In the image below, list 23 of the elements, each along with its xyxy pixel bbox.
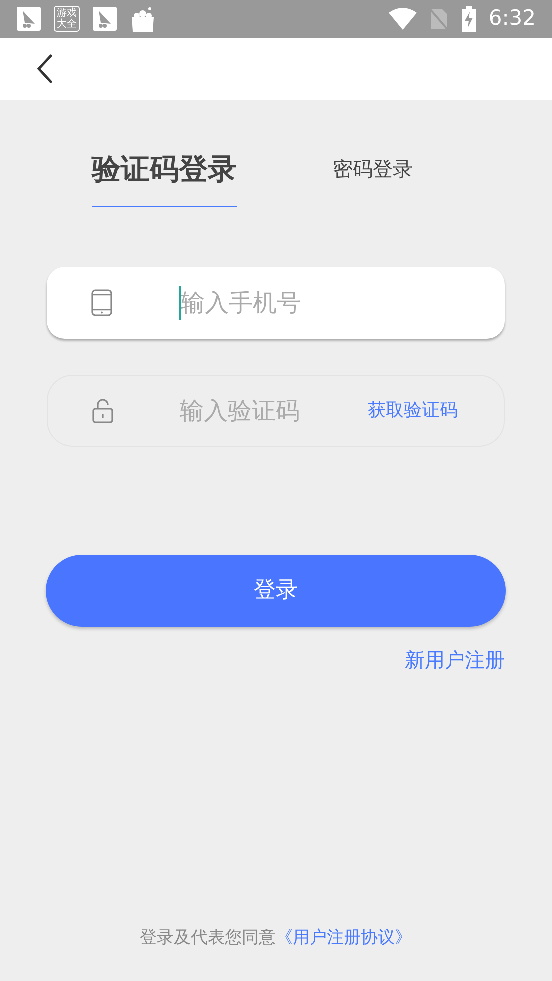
unlocked-padlock-icon [92,398,114,424]
leaf-app-icon [92,6,118,32]
login-tab[interactable]: 验证码登录 [92,148,237,206]
app-icon: 游戏大全 [54,6,80,32]
agreement-link[interactable]: 《用户注册协议》 [276,926,412,951]
field-input: 输入验证码 [180,392,368,428]
bag-icon [130,5,156,33]
login-tab[interactable]: 密码登录 [333,148,413,184]
wifi-icon [388,8,417,30]
text-cursor [179,286,181,320]
field-input: 输入手机号 [181,284,459,320]
charging-battery-icon [460,6,477,32]
agreement-text: 登录及代表您同意 [140,926,276,950]
input-field[interactable]: 输入手机号 [47,266,505,338]
no-sim-icon [428,7,449,31]
leaf-app-icon [16,6,42,32]
login-button[interactable]: 登录 [46,554,506,626]
get-code-link[interactable]: 获取验证码 [368,397,458,424]
register-link[interactable]: 新用户注册 [405,644,505,674]
input-field[interactable]: 输入验证码 获取验证码 [47,374,505,446]
clock-time: 6:32 [488,5,536,32]
back-button[interactable] [36,54,54,84]
phone-icon [91,288,113,316]
